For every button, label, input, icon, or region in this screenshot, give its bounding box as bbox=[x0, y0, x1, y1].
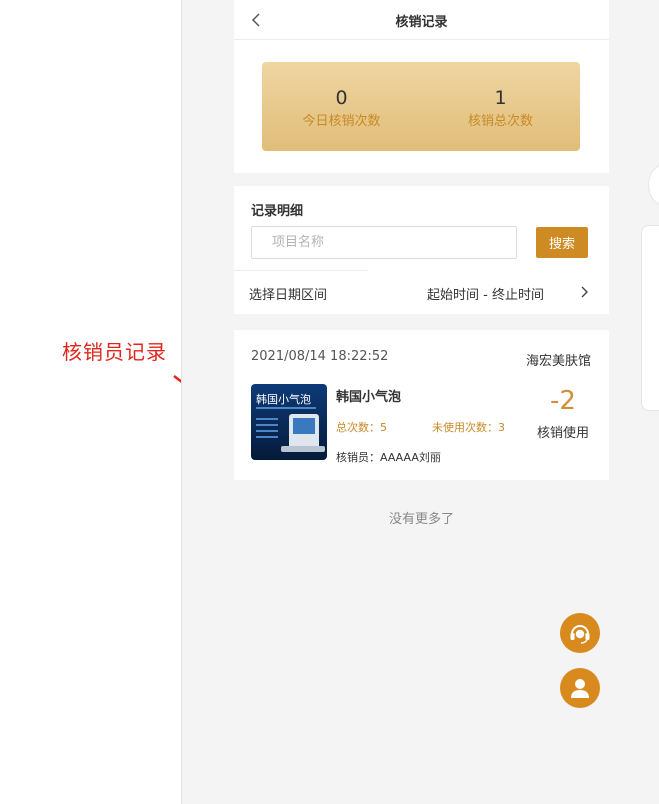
user-icon bbox=[571, 679, 589, 698]
thumbnail-title: 韩国小气泡 bbox=[256, 392, 311, 406]
summary-card: 0 今日核销次数 1 核销总次数 bbox=[262, 62, 580, 151]
summary-today: 0 今日核销次数 bbox=[262, 62, 421, 151]
record-operator: 核销员：AAAAA刘丽 bbox=[336, 451, 441, 464]
customer-service-button[interactable] bbox=[560, 613, 600, 653]
search-input[interactable] bbox=[251, 226, 517, 259]
summary-total-label: 核销总次数 bbox=[467, 114, 533, 129]
product-image-icon: 韩国小气泡 bbox=[251, 384, 327, 460]
record-time: 2021/08/14 18:22:52 bbox=[251, 349, 389, 364]
annotation-label: 核销员记录 bbox=[62, 340, 167, 364]
record-delta: -2 bbox=[550, 386, 576, 416]
summary-today-value: 0 bbox=[335, 87, 348, 109]
nav-bar: 核销记录 bbox=[234, 0, 609, 40]
search-button[interactable]: 搜索 bbox=[536, 227, 588, 258]
chevron-right-icon bbox=[581, 286, 588, 298]
headset-icon bbox=[570, 625, 590, 644]
product-thumbnail: 韩国小气泡 bbox=[251, 384, 327, 460]
date-range-selector[interactable]: 选择日期区间 起始时间 - 终止时间 bbox=[234, 270, 609, 314]
no-more-text: 没有更多了 bbox=[388, 512, 454, 527]
record-card[interactable]: 2021/08/14 18:22:52 海宏美肤馆 韩国小气泡 韩国小气泡 总次… bbox=[234, 330, 609, 480]
record-total-count: 总次数：5 bbox=[336, 421, 387, 434]
filter-section: 记录明细 搜索 选择日期区间 起始时间 - 终止时间 bbox=[234, 186, 609, 314]
screenshot-canvas: 核销员记录 核销记录 0 今日核销次数 1 核销总次数 记录明细 项目名称 搜索… bbox=[0, 0, 659, 804]
user-center-button[interactable] bbox=[560, 668, 600, 708]
record-unused-count: 未使用次数：3 bbox=[432, 421, 505, 434]
record-store: 海宏美肤馆 bbox=[525, 354, 591, 369]
header-section: 核销记录 0 今日核销次数 1 核销总次数 bbox=[234, 0, 609, 173]
summary-total-value: 1 bbox=[494, 87, 507, 109]
side-panel-card bbox=[641, 225, 659, 411]
record-type: 核销使用 bbox=[536, 426, 589, 441]
record-item-name: 韩国小气泡 bbox=[336, 390, 402, 405]
page-title: 核销记录 bbox=[395, 15, 448, 30]
date-range-value: 起始时间 - 终止时间 bbox=[427, 288, 544, 303]
summary-total: 1 核销总次数 bbox=[421, 62, 580, 151]
section-heading: 记录明细 bbox=[251, 204, 304, 219]
date-range-label: 选择日期区间 bbox=[249, 288, 328, 303]
summary-today-label: 今日核销次数 bbox=[302, 114, 381, 129]
